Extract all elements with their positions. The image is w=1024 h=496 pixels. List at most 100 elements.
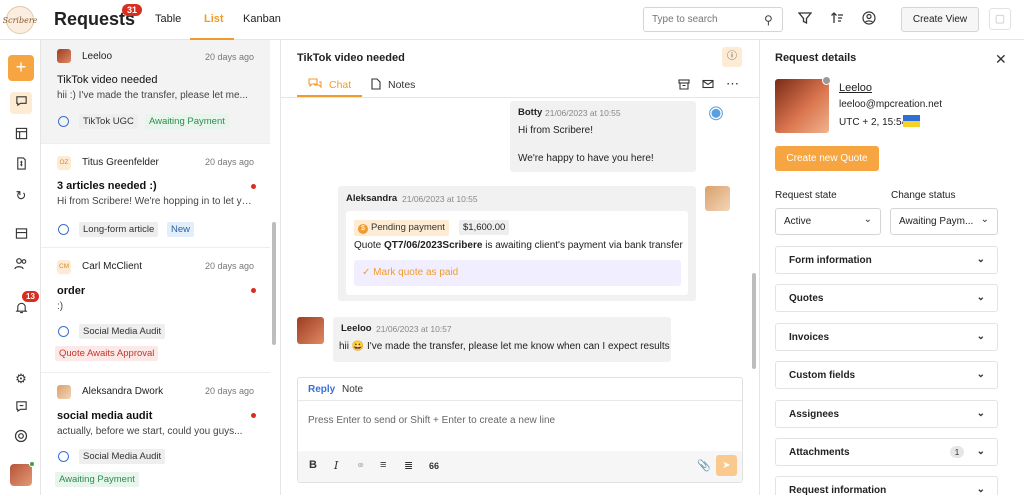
notes-tab-icon bbox=[371, 78, 381, 93]
settings-nav-icon[interactable]: ⚙ bbox=[10, 368, 32, 390]
accordion-invoices[interactable]: Invoices ⌄ bbox=[775, 323, 998, 351]
save-view-icon[interactable]: ▢ bbox=[989, 8, 1011, 30]
inbox-nav-icon[interactable] bbox=[10, 225, 32, 247]
tab-notes[interactable]: Notes bbox=[388, 79, 415, 91]
list-item[interactable]: OZ Titus Greenfelder 20 days ago 3 artic… bbox=[41, 144, 270, 248]
chat-title: TikTok video needed bbox=[297, 52, 405, 64]
dollar-icon: $ bbox=[358, 224, 368, 234]
online-status-dot bbox=[29, 461, 35, 467]
service-icon bbox=[58, 224, 69, 235]
service-tag: Social Media Audit bbox=[79, 324, 166, 339]
conversation-title: TikTok video needed bbox=[57, 74, 158, 86]
amount-badge: $1,600.00 bbox=[459, 220, 510, 235]
change-status-select[interactable]: Awaiting Paym... ⌄ bbox=[890, 208, 998, 235]
italic-icon[interactable]: I bbox=[334, 459, 338, 472]
search-input[interactable] bbox=[643, 7, 783, 32]
messages-nav-icon[interactable] bbox=[10, 398, 32, 420]
app-logo[interactable]: Scribere bbox=[3, 6, 37, 34]
request-state-select[interactable]: Active ⌄ bbox=[775, 208, 881, 235]
avatar bbox=[57, 385, 71, 399]
pending-label: Pending payment bbox=[371, 222, 445, 233]
conversation-date: 20 days ago bbox=[204, 52, 254, 62]
pending-payment-badge: $ Pending payment bbox=[354, 220, 449, 236]
send-icon[interactable]: ➤ bbox=[716, 455, 737, 476]
emoji: 😀 bbox=[351, 341, 365, 352]
bold-icon[interactable]: B bbox=[309, 459, 317, 471]
attachments-count-badge: 1 bbox=[950, 446, 964, 458]
bullet-list-icon[interactable]: ≡ bbox=[380, 459, 386, 471]
service-icon bbox=[58, 451, 69, 462]
link-icon[interactable]: ⚭ bbox=[356, 459, 365, 472]
status-badge: New bbox=[167, 222, 195, 237]
sort-icon[interactable] bbox=[829, 11, 845, 27]
accordion-attachments[interactable]: Attachments ⌄ bbox=[775, 438, 998, 466]
users-nav-icon[interactable] bbox=[10, 255, 32, 277]
conversation-title: social media audit bbox=[57, 410, 153, 422]
notification-badge: 13 bbox=[22, 291, 39, 302]
conversation-preview: :) bbox=[57, 301, 64, 312]
tab-chat[interactable]: Chat bbox=[329, 79, 351, 91]
message-input[interactable]: Press Enter to send or Shift + Enter to … bbox=[308, 415, 555, 426]
mark-quote-paid-button[interactable]: ✓ Mark quote as paid bbox=[354, 260, 681, 286]
tab-table[interactable]: Table bbox=[155, 13, 181, 25]
help-nav-icon[interactable] bbox=[10, 428, 32, 450]
user-avatar[interactable] bbox=[10, 464, 32, 486]
list-item[interactable]: CM Carl McClient 20 days ago order :) So… bbox=[41, 248, 270, 373]
check-icon: ✓ bbox=[362, 267, 374, 278]
bell-nav-icon[interactable] bbox=[10, 299, 32, 321]
filter-icon[interactable] bbox=[797, 11, 813, 27]
archive-icon[interactable] bbox=[678, 78, 690, 93]
service-tag: Social Media Audit bbox=[79, 449, 166, 464]
chat-scrollbar[interactable] bbox=[752, 273, 756, 369]
quote-id[interactable]: QT7/06/2023Scribere bbox=[384, 240, 482, 251]
user-filter-icon[interactable] bbox=[861, 11, 877, 27]
client-name-link[interactable]: Leeloo bbox=[839, 82, 872, 94]
attach-icon[interactable]: 📎 bbox=[697, 459, 711, 472]
quote-icon[interactable]: 66 bbox=[429, 461, 439, 471]
conversation-title: order bbox=[57, 285, 86, 297]
chat-nav-icon[interactable] bbox=[10, 92, 32, 114]
message-text: We're happy to have you here! bbox=[518, 153, 654, 164]
accordion-custom-fields[interactable]: Custom fields ⌄ bbox=[775, 361, 998, 389]
conversation-name: Titus Greenfelder bbox=[82, 157, 159, 168]
message-leeloo: Leeloo 21/06/2023 at 10:57 hii 😀 I've ma… bbox=[333, 317, 671, 362]
avatar bbox=[775, 79, 829, 133]
info-icon[interactable]: ⓘ bbox=[722, 47, 742, 67]
chevron-down-icon: ⌄ bbox=[976, 292, 985, 303]
list-item[interactable]: Aleksandra Dwork 20 days ago social medi… bbox=[41, 373, 270, 495]
numbered-list-icon[interactable]: ≣ bbox=[404, 459, 413, 472]
create-view-button[interactable]: Create View bbox=[901, 7, 979, 32]
accordion-quotes[interactable]: Quotes ⌄ bbox=[775, 284, 998, 312]
close-icon[interactable]: ✕ bbox=[995, 51, 1007, 68]
reply-tab[interactable]: Reply bbox=[308, 384, 335, 395]
more-icon[interactable]: ⋯ bbox=[726, 76, 739, 92]
search-icon[interactable]: ⚲ bbox=[764, 13, 773, 27]
chevron-down-icon: ⌄ bbox=[863, 214, 872, 225]
chevron-down-icon: ⌄ bbox=[976, 254, 985, 265]
refresh-nav-icon[interactable]: ↻ bbox=[10, 185, 32, 207]
tab-kanban[interactable]: Kanban bbox=[243, 13, 281, 25]
note-tab[interactable]: Note bbox=[342, 384, 363, 395]
email-icon[interactable] bbox=[702, 78, 714, 93]
tab-list[interactable]: List bbox=[204, 13, 224, 25]
list-item[interactable]: Leeloo 20 days ago TikTok video needed h… bbox=[41, 40, 270, 144]
status-badge: Awaiting Payment bbox=[55, 472, 139, 487]
new-request-button[interactable]: + bbox=[8, 55, 34, 81]
message-author: Botty bbox=[518, 107, 543, 118]
create-quote-button[interactable]: Create new Quote bbox=[775, 146, 879, 171]
conversation-name: Aleksandra Dwork bbox=[82, 386, 164, 397]
conversation-date: 20 days ago bbox=[204, 261, 254, 271]
message-text: hii 😀 I've made the transfer, please let… bbox=[339, 341, 670, 352]
quote-description: Quote QT7/06/2023Scribere is awaiting cl… bbox=[354, 240, 683, 251]
conversation-name: Carl McClient bbox=[82, 261, 143, 272]
list-scrollbar[interactable] bbox=[272, 222, 276, 345]
invoice-nav-icon[interactable] bbox=[10, 155, 32, 177]
client-timezone: UTC + 2, 15:54 bbox=[839, 117, 908, 128]
board-nav-icon[interactable] bbox=[10, 125, 32, 147]
divider bbox=[298, 400, 742, 401]
client-email: leeloo@mpcreation.net bbox=[839, 99, 942, 110]
accordion-request-information[interactable]: Request information ⌄ bbox=[775, 476, 998, 496]
accordion-assignees[interactable]: Assignees ⌄ bbox=[775, 400, 998, 428]
accordion-form-information[interactable]: Form information ⌄ bbox=[775, 246, 998, 274]
chevron-down-icon: ⌄ bbox=[976, 446, 985, 457]
